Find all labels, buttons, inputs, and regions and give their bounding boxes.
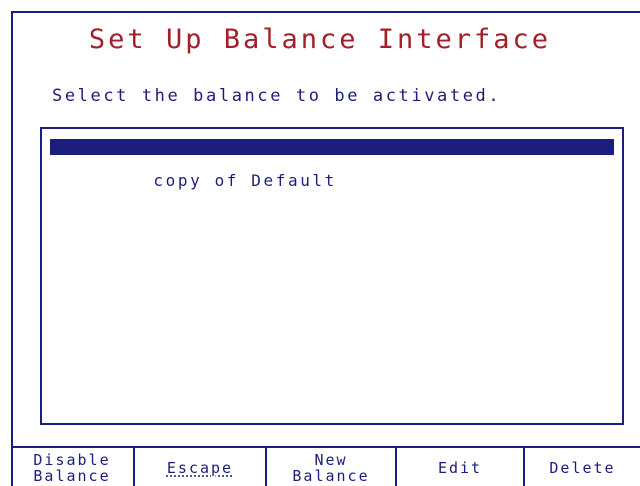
balance-list-item-label: copy of Default: [153, 171, 337, 190]
escape-button[interactable]: Escape: [135, 448, 267, 486]
escape-label: Escape: [166, 459, 234, 477]
instruction-text: Select the balance to be activated.: [52, 86, 502, 106]
edit-button[interactable]: Edit: [397, 448, 525, 486]
new-balance-label-line2: Balance: [292, 467, 370, 485]
page-title: Set Up Balance Interface: [88, 24, 552, 55]
delete-label: Delete: [549, 459, 616, 477]
new-balance-button[interactable]: New Balance: [267, 448, 397, 486]
disable-balance-label-line1: Disable: [33, 451, 111, 469]
function-key-bar: Disable Balance Escape New Balance Edit …: [11, 446, 640, 486]
balance-list-item-default[interactable]: * Default: [50, 139, 614, 171]
balance-list[interactable]: * Default copy of Default: [40, 127, 624, 425]
balance-setup-screen: Set Up Balance Interface Select the bala…: [0, 0, 640, 486]
delete-button[interactable]: Delete: [525, 448, 640, 486]
disable-balance-label-line2: Balance: [33, 467, 111, 485]
edit-label: Edit: [437, 459, 483, 477]
new-balance-label-line1: New: [314, 451, 348, 469]
balance-list-item-copy-of-default[interactable]: copy of Default: [50, 157, 614, 189]
disable-balance-button[interactable]: Disable Balance: [11, 448, 135, 486]
